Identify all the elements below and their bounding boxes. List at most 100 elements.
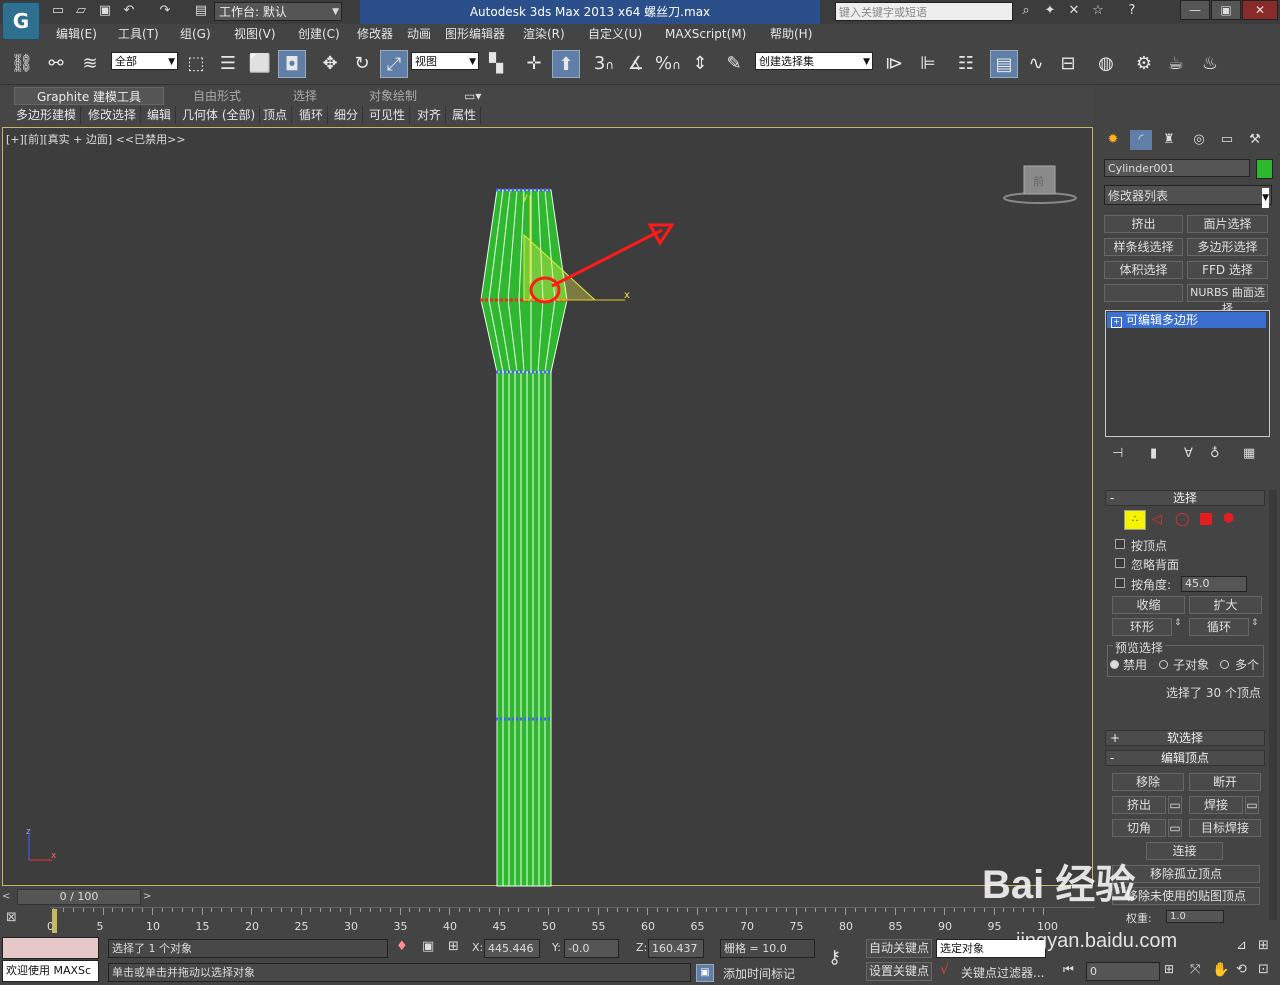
maximize-button[interactable]: ▣ [1211, 0, 1241, 20]
loop-spinner-icon[interactable]: ⇕ [1251, 618, 1259, 628]
selection-lock-icon[interactable]: ▣ [422, 939, 434, 954]
material-editor-icon[interactable]: ◍ [1092, 50, 1120, 78]
orbit-icon[interactable]: ⟲ [1236, 962, 1247, 977]
patch-select-button[interactable]: 面片选择 [1187, 215, 1268, 233]
target-weld-button[interactable]: 目标焊接 [1189, 819, 1261, 837]
minimize-button[interactable]: — [1180, 0, 1210, 20]
element-mode-icon[interactable]: ⬢ [1223, 511, 1234, 526]
key-filters-button[interactable]: 关键点过滤器... [961, 964, 1044, 981]
y-coord-field[interactable]: -0.0 [564, 939, 619, 958]
add-time-tag-button[interactable]: 添加时间标记 [723, 965, 795, 982]
set-key-button[interactable]: 设置关键点 [866, 962, 932, 981]
time-slider[interactable]: 0 / 100 [17, 889, 141, 905]
display-tab-icon[interactable]: ▭ [1216, 130, 1238, 150]
utilities-tab-icon[interactable]: ⚒ [1244, 130, 1266, 150]
pan-view-icon[interactable]: ✋ [1212, 962, 1229, 978]
timeline-tick-label: 25 [294, 920, 309, 933]
current-frame-field[interactable]: 0 [1086, 962, 1160, 981]
configure-sets-icon[interactable]: ▦ [1243, 446, 1255, 461]
soft-selection-rollout-header[interactable]: + 软选择 [1105, 730, 1265, 746]
object-color-swatch[interactable] [1256, 159, 1273, 179]
command-panel-scrollbar[interactable] [1269, 490, 1277, 920]
extrude-vertex-button[interactable]: 挤出 [1112, 796, 1166, 814]
shrink-button[interactable]: 收缩 [1112, 596, 1185, 614]
render-teapot-icon[interactable]: ♨ [1196, 50, 1224, 78]
chamfer-settings-icon[interactable]: ▭ [1168, 819, 1182, 837]
selection-rollout-header[interactable]: - 选择 [1105, 490, 1265, 506]
isolate-selection-icon[interactable]: ♦ [396, 939, 408, 954]
timeline-tick [350, 908, 351, 915]
timeline-tick-label: 60 [641, 920, 655, 933]
modifier-list-dropdown[interactable]: 修改器列表 ▼ [1104, 185, 1272, 208]
vol-select-button[interactable]: 体积选择 [1104, 261, 1183, 279]
nurbs-surface-select-button[interactable]: NURBS 曲面选择 [1187, 284, 1268, 315]
z-coord-field[interactable]: 160.437 [648, 939, 704, 958]
poly-select-button[interactable]: 多边形选择 [1187, 238, 1268, 256]
rendered-frame-icon[interactable]: ☕ [1162, 50, 1190, 78]
by-angle-checkbox[interactable] [1115, 578, 1125, 588]
maxscript-mini-listener-top[interactable] [2, 937, 99, 959]
time-slider-prev-icon[interactable]: < [2, 889, 16, 905]
auto-key-button[interactable]: 自动关键点 [866, 939, 932, 958]
weld-vertex-button[interactable]: 焊接 [1189, 796, 1243, 814]
selection-status-text: 选择了 1 个对象 [108, 939, 388, 958]
time-tag-toggle-icon[interactable]: ▣ [696, 964, 714, 982]
go-to-start-icon[interactable]: ⏮ [1063, 962, 1074, 977]
x-coord-field[interactable]: 445.446 [484, 939, 540, 958]
connect-button[interactable]: 连接 [1146, 842, 1223, 860]
pin-stack-icon[interactable]: ⊣ [1112, 446, 1123, 461]
vertex-mode-icon[interactable]: ∴ [1124, 510, 1146, 530]
absolute-transform-icon[interactable]: ⊞ [448, 939, 459, 954]
weld-settings-icon[interactable]: ▭ [1245, 796, 1259, 814]
help-icon[interactable]: ? [1124, 3, 1140, 19]
weight-spinner[interactable]: 1.0 [1166, 910, 1224, 923]
ffd-select-button[interactable]: FFD 选择 [1187, 261, 1268, 279]
close-button[interactable]: ✕ [1242, 0, 1278, 20]
motion-tab-icon[interactable]: ◎ [1188, 130, 1210, 150]
time-config-icon[interactable]: ⊞ [1164, 962, 1174, 976]
track-bar-toggle-icon[interactable]: ⊠ [6, 910, 17, 925]
maximize-viewport-icon[interactable]: ⊡ [1258, 962, 1269, 977]
extrude-settings-icon[interactable]: ▭ [1168, 796, 1182, 814]
polygon-mode-icon[interactable] [1200, 513, 1212, 525]
loop-button[interactable]: 循环 [1189, 618, 1249, 636]
spline-select-button[interactable]: 样条线选择 [1104, 238, 1183, 256]
create-tab-icon[interactable]: ✹ [1102, 130, 1124, 150]
remove-modifier-icon[interactable]: ♁ [1210, 446, 1220, 461]
ring-button[interactable]: 环形 [1112, 618, 1172, 636]
preview-subobj-radio[interactable] [1159, 660, 1168, 669]
set-key-key-icon[interactable]: ⚷ [828, 947, 841, 968]
make-unique-icon[interactable]: ∀ [1184, 446, 1193, 461]
stack-item-editable-poly[interactable]: + 可编辑多边形 [1107, 312, 1266, 328]
border-mode-icon[interactable]: ◯ [1175, 512, 1190, 527]
modify-tab-icon[interactable]: ◜ [1130, 130, 1152, 150]
expand-plus-icon[interactable]: + [1111, 317, 1122, 328]
preview-off-radio[interactable] [1110, 660, 1119, 669]
timeline-tick [854, 908, 856, 912]
zoom-extents-icon[interactable]: ⤧ [1190, 962, 1200, 977]
maxscript-mini-listener[interactable]: 欢迎使用 MAXSc [2, 960, 99, 982]
chamfer-vertex-button[interactable]: 切角 [1112, 819, 1166, 837]
timeline-tick [755, 908, 757, 912]
timeline-tick [963, 908, 965, 912]
zoom-extents-all-icon[interactable]: ⊞ [1258, 938, 1269, 953]
edit-vertices-rollout-header[interactable]: - 编辑顶点 [1105, 750, 1265, 766]
ring-spinner-icon[interactable]: ⇕ [1174, 618, 1182, 628]
by-vertex-checkbox[interactable] [1115, 539, 1125, 549]
empty-modifier-button[interactable] [1104, 284, 1183, 302]
remove-vertex-button[interactable]: 移除 [1112, 773, 1184, 791]
break-vertex-button[interactable]: 断开 [1189, 773, 1261, 791]
field-of-view-icon[interactable]: ⊿ [1236, 938, 1247, 953]
time-slider-next-icon[interactable]: > [143, 889, 157, 905]
ignore-backfacing-checkbox[interactable] [1115, 558, 1125, 568]
angle-value-spinner[interactable]: 45.0 [1181, 576, 1247, 592]
edge-mode-icon[interactable]: ◁ [1152, 512, 1162, 527]
hierarchy-tab-icon[interactable]: ♜ [1158, 130, 1180, 150]
object-name-field[interactable]: Cylinder001 [1104, 159, 1250, 177]
preview-multi-radio[interactable] [1220, 660, 1229, 669]
extrude-modifier-button[interactable]: 挤出 [1104, 215, 1183, 233]
render-setup-icon[interactable]: ⚙ [1130, 50, 1158, 78]
grow-button[interactable]: 扩大 [1189, 596, 1262, 614]
show-end-result-icon[interactable]: ▮ [1150, 446, 1157, 461]
track-bar[interactable]: 0 5 10 15 20 25 30 35 40 45 50 55 60 65 70 75 80 85 90 95 10… [47, 907, 1095, 936]
